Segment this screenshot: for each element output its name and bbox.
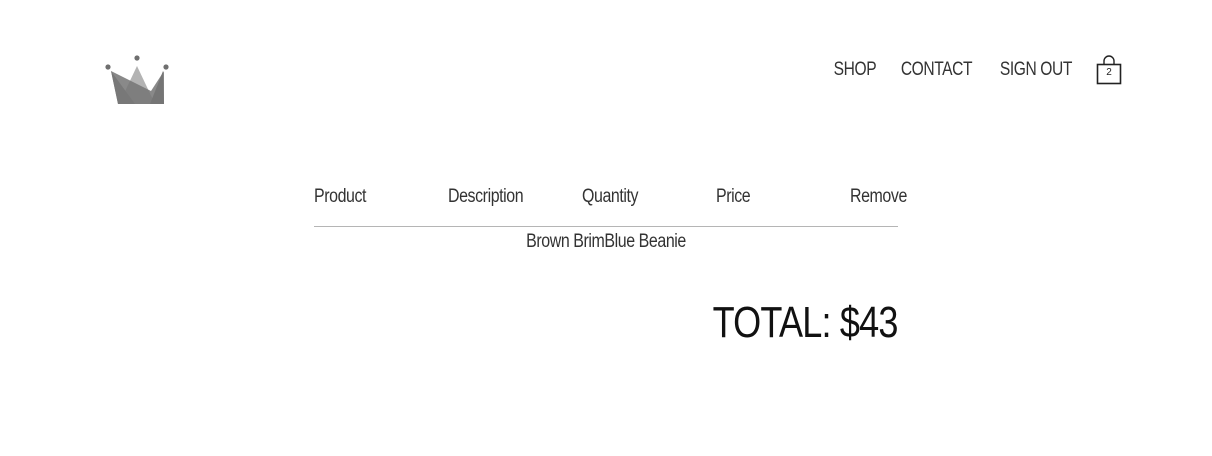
cart-total: TOTAL: $43 <box>713 298 899 347</box>
main-nav: SHOP CONTACT SIGN OUT 2 <box>829 55 1122 85</box>
home-logo-link[interactable] <box>104 54 172 108</box>
column-header-description: Description <box>448 186 524 207</box>
cart-count: 2 <box>1106 67 1112 78</box>
checkout-header-row: Product Description Quantity Price Remov… <box>314 186 907 227</box>
crown-icon <box>105 55 169 104</box>
checkout-table: Product Description Quantity Price Remov… <box>314 186 907 253</box>
column-header-product: Product <box>314 186 367 207</box>
checkout-page: SHOP CONTACT SIGN OUT 2 Product Descript… <box>0 0 1212 456</box>
column-header-price: Price <box>716 186 751 207</box>
nav-sign-out-link[interactable]: SIGN OUT <box>1000 59 1072 81</box>
nav-contact-link[interactable]: CONTACT <box>901 59 973 81</box>
nav-shop-link[interactable]: SHOP <box>834 59 877 81</box>
column-header-remove: Remove <box>850 186 907 207</box>
checkout-items-text: Brown BrimBlue Beanie <box>526 231 686 252</box>
column-header-quantity: Quantity <box>582 186 639 207</box>
cart-button[interactable]: 2 <box>1096 55 1122 85</box>
